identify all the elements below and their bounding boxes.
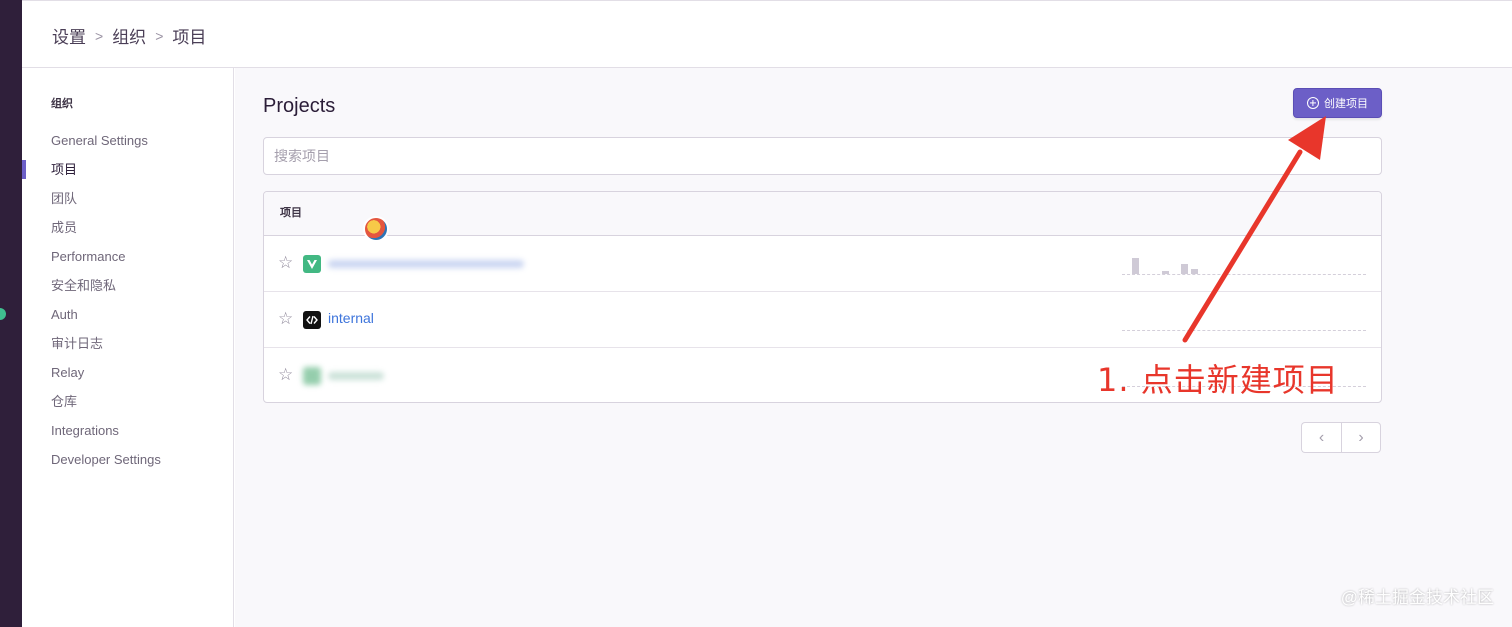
- star-icon[interactable]: ☆: [278, 365, 293, 385]
- settings-sidebar: 组织 General Settings 项目 团队 成员 Performance…: [22, 68, 234, 627]
- annotation-text: 1. 点击新建项目: [1097, 361, 1339, 399]
- sidebar-item-general-settings[interactable]: General Settings: [22, 126, 233, 155]
- status-dot-icon: [0, 308, 6, 320]
- chevron-right-icon: >: [95, 27, 104, 44]
- pagination: ‹ ›: [1301, 422, 1382, 453]
- breadcrumb: 设置 > 组织 > 项目: [52, 23, 206, 48]
- sidebar-item-audit-log[interactable]: 审计日志: [22, 329, 233, 358]
- project-name-link[interactable]: internal: [328, 310, 374, 326]
- search-input[interactable]: [263, 137, 1382, 175]
- sidebar-item-auth[interactable]: Auth: [22, 300, 233, 329]
- breadcrumb-organization[interactable]: 组织: [112, 23, 146, 48]
- star-icon[interactable]: ☆: [278, 309, 293, 329]
- header: 设置 > 组织 > 项目: [22, 0, 1512, 68]
- sidebar-item-relay[interactable]: Relay: [22, 358, 233, 387]
- sidebar-group-title: 组织: [51, 98, 73, 110]
- code-icon: [303, 311, 321, 329]
- sidebar-item-teams[interactable]: 团队: [22, 184, 233, 213]
- spark-bar: [1162, 271, 1169, 274]
- plus-circle-icon: [1307, 97, 1319, 109]
- chevron-right-icon: ›: [1358, 428, 1364, 446]
- star-icon[interactable]: ☆: [278, 253, 293, 273]
- next-page-button[interactable]: ›: [1341, 422, 1381, 453]
- spark-bar: [1181, 264, 1188, 274]
- create-project-label: 创建项目: [1324, 98, 1368, 110]
- prev-page-button[interactable]: ‹: [1301, 422, 1341, 453]
- app-sidebar-strip: [0, 0, 22, 627]
- sidebar-item-projects[interactable]: 项目: [22, 155, 233, 184]
- sidebar-item-members[interactable]: 成员: [22, 213, 233, 242]
- spark-bar: [1191, 269, 1198, 274]
- app-icon: [303, 367, 321, 385]
- spark-bar: [1132, 258, 1139, 274]
- project-name-redacted: [328, 260, 524, 268]
- table-row[interactable]: ☆: [264, 236, 1381, 292]
- main-content: Projects 创建项目 项目 ☆ ☆ intern: [235, 68, 1512, 627]
- activity-sparkline: [1122, 309, 1366, 331]
- breadcrumb-settings[interactable]: 设置: [52, 23, 86, 48]
- vue-icon: [303, 255, 321, 273]
- watermark: @稀土掘金技术社区: [1340, 588, 1494, 607]
- activity-sparkline: [1122, 253, 1366, 275]
- sidebar-item-integrations[interactable]: Integrations: [22, 416, 233, 445]
- page-title: Projects: [263, 95, 336, 117]
- sidebar-item-developer-settings[interactable]: Developer Settings: [22, 445, 233, 474]
- breadcrumb-projects: 项目: [172, 28, 207, 47]
- table-header: 项目: [264, 192, 1381, 236]
- create-project-button[interactable]: 创建项目: [1293, 88, 1382, 118]
- sidebar-item-security-privacy[interactable]: 安全和隐私: [22, 271, 233, 300]
- sidebar-nav: General Settings 项目 团队 成员 Performance 安全…: [22, 126, 233, 474]
- sidebar-item-repositories[interactable]: 仓库: [22, 387, 233, 416]
- avatar: [363, 216, 389, 242]
- chevron-left-icon: ‹: [1318, 428, 1325, 446]
- sidebar-item-performance[interactable]: Performance: [22, 242, 233, 271]
- table-row[interactable]: ☆ internal: [264, 292, 1381, 348]
- project-name-redacted: [328, 372, 384, 380]
- chevron-right-icon: >: [155, 27, 164, 44]
